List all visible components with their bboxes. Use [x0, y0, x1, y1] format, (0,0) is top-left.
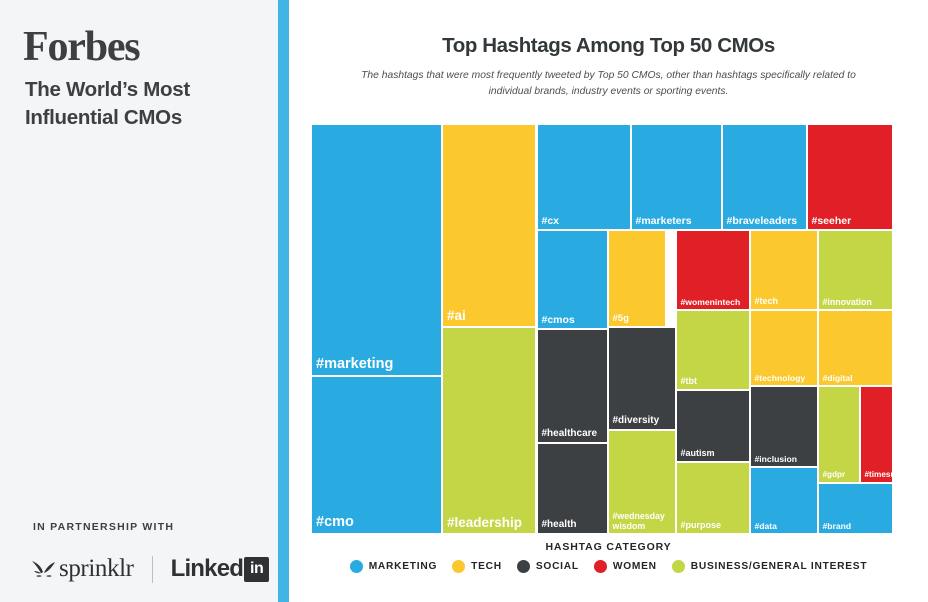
legend-item-label: BUSINESS/GENERAL INTEREST: [690, 561, 868, 572]
linkedin-logo: Linked in: [171, 555, 270, 583]
treemap-tile[interactable]: #autism: [676, 391, 749, 461]
legend-swatch-icon: [452, 560, 466, 573]
legend-swatch-icon: [349, 560, 363, 573]
treemap-tile-label: #brand: [822, 520, 852, 531]
treemap-tile[interactable]: #marketers: [631, 125, 721, 229]
treemap-tile-label: #healthcare: [541, 428, 598, 440]
treemap-tile[interactable]: #timesup: [860, 387, 893, 482]
legend-swatch-icon: [516, 560, 530, 573]
treemap-tile-label: #wednesday wisdom: [612, 511, 665, 531]
legend-item-label: SOCIAL: [535, 561, 579, 572]
hashtag-treemap: #marketing #cmo #ai #leadership #cx #cmos #5g #…: [312, 125, 892, 533]
page-subtitle: The hashtags that were most frequently t…: [361, 70, 856, 98]
treemap-tile[interactable]: #healthcare: [537, 330, 607, 442]
legend-swatch-icon: [671, 560, 685, 573]
treemap-tile[interactable]: #ai: [443, 125, 535, 326]
treemap-tile-label: #gdpr: [822, 470, 846, 480]
partner-logos: sprinklr Linked in: [30, 555, 270, 583]
legend-item-label: MARKETING: [368, 561, 438, 572]
treemap-tile[interactable]: #braveleaders: [722, 125, 806, 229]
treemap-tile-label: #health: [541, 519, 577, 531]
legend-item-label: TECH: [471, 561, 502, 572]
logo-divider: [151, 555, 153, 583]
infographic-root: Forbes The World’s Most Influential CMOs…: [0, 0, 928, 602]
accent-rail: [278, 0, 289, 602]
treemap-tile[interactable]: #gdpr: [818, 387, 859, 482]
treemap-tile-label: #timesup: [864, 470, 893, 480]
treemap-tile-label: #marketing: [316, 356, 394, 373]
treemap-tile-label: #technology: [754, 372, 806, 383]
treemap-tile-label: #marketers: [635, 214, 692, 227]
treemap-tile-label: #cx: [541, 214, 560, 227]
treemap-tile[interactable]: #womenintech: [676, 231, 749, 309]
chart-panel: Top Hashtags Among Top 50 CMOs The hasht…: [289, 0, 928, 602]
treemap-tile-label: #inclusion: [754, 453, 798, 464]
partnership-label: IN PARTNERSHIP WITH: [33, 521, 175, 533]
treemap-tile[interactable]: #technology: [750, 311, 817, 385]
brand-tagline: The World’s Most Influential CMOs: [25, 78, 190, 130]
treemap-tile-label: #autism: [680, 448, 715, 459]
treemap-tile[interactable]: #marketing: [312, 125, 441, 375]
treemap-tile-label: #seeher: [811, 214, 852, 227]
treemap-tile-label: #5g: [612, 312, 629, 324]
treemap-tile[interactable]: #5g: [608, 231, 665, 326]
treemap-tile[interactable]: #data: [750, 468, 817, 533]
treemap-tile[interactable]: #tbt: [676, 311, 749, 389]
legend-item[interactable]: SOCIAL: [516, 560, 579, 573]
legend: MARKETING TECH SOCIAL WOMEN BUSINESS/GENERAL…: [289, 560, 928, 573]
treemap-tile[interactable]: #cmos: [537, 231, 607, 328]
treemap-tile[interactable]: #leadership: [443, 328, 535, 533]
treemap-tile-label: #leadership: [447, 515, 523, 531]
treemap-tile-label: #innovation: [822, 296, 872, 307]
treemap-tile-label: #digital: [822, 372, 853, 383]
treemap-tile[interactable]: #digital: [818, 311, 892, 385]
treemap-tile[interactable]: #purpose: [676, 463, 749, 533]
legend-swatch-icon: [593, 560, 607, 573]
legend-item[interactable]: BUSINESS/GENERAL INTEREST: [671, 560, 868, 573]
treemap-tile-label: #tech: [754, 296, 779, 307]
treemap-tile[interactable]: #health: [537, 444, 607, 533]
treemap-tile-label: #braveleaders: [726, 214, 798, 227]
treemap-tile[interactable]: #tech: [750, 231, 817, 309]
legend-item[interactable]: TECH: [452, 560, 502, 573]
treemap-tile-label: #cmos: [541, 313, 575, 326]
treemap-tile-label: #data: [754, 520, 777, 531]
treemap-tile-label: #purpose: [680, 520, 722, 531]
treemap-tile[interactable]: #diversity: [608, 328, 675, 429]
forbes-wordmark: Forbes: [23, 24, 141, 70]
linkedin-wordmark: Linked: [170, 555, 244, 582]
treemap-tile-label: #tbt: [680, 376, 698, 387]
treemap-tile[interactable]: #brand: [818, 484, 892, 533]
sprinklr-mark-icon: [32, 561, 55, 577]
sprinklr-wordmark: sprinklr: [59, 555, 134, 582]
treemap-tile-label: #womenintech: [680, 296, 741, 307]
legend-item[interactable]: WOMEN: [593, 560, 657, 573]
treemap-tile[interactable]: #seeher: [807, 125, 892, 229]
treemap-tile-label: #cmo: [316, 514, 354, 531]
linkedin-in-badge: in: [244, 556, 270, 582]
brand-panel: Forbes The World’s Most Influential CMOs…: [0, 0, 278, 602]
legend-title: HASHTAG CATEGORY: [545, 541, 672, 553]
page-title: Top Hashtags Among Top 50 CMOs: [442, 34, 775, 57]
treemap-tile[interactable]: #wednesday wisdom: [608, 431, 675, 533]
treemap-tile-label: #diversity: [612, 415, 660, 427]
legend-item-label: WOMEN: [612, 561, 657, 572]
treemap-tile[interactable]: #cmo: [312, 377, 441, 533]
treemap-tile[interactable]: #cx: [537, 125, 630, 229]
treemap-tile[interactable]: #innovation: [818, 231, 892, 309]
sprinklr-logo: sprinklr: [30, 555, 134, 583]
treemap-tile-label: #ai: [447, 308, 466, 324]
treemap-tile[interactable]: #inclusion: [750, 387, 817, 466]
legend-item[interactable]: MARKETING: [349, 560, 438, 573]
